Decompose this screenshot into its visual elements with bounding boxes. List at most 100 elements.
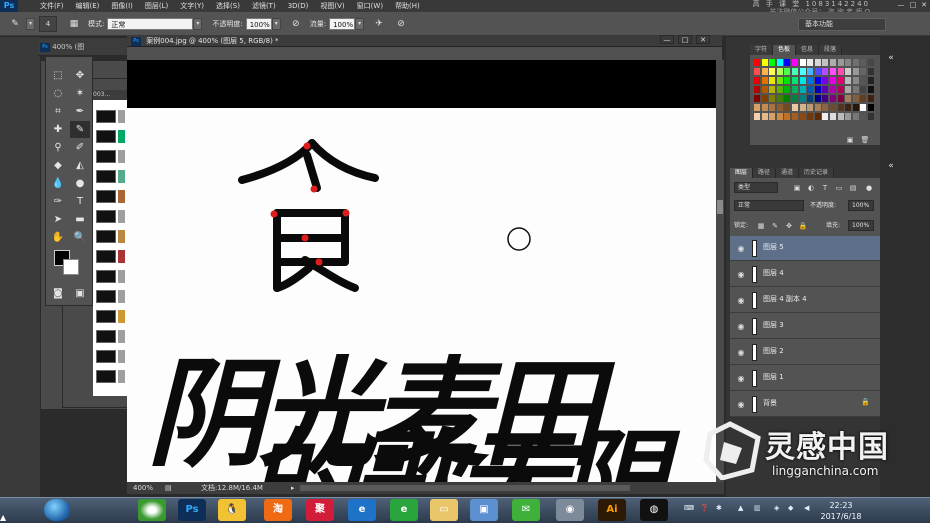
menu-select[interactable]: 选择(S)	[210, 1, 246, 11]
taskbar-obs-icon[interactable]: ◍	[640, 499, 668, 521]
color-swatch[interactable]	[784, 86, 791, 93]
layer-row[interactable]: ◉ 图层 4	[730, 262, 880, 287]
tray-network-icon[interactable]: ▥	[754, 504, 761, 512]
color-swatch[interactable]	[837, 77, 844, 84]
tool-preset-arrow-icon[interactable]: ▾	[26, 17, 35, 30]
visibility-eye-icon[interactable]: ◉	[736, 322, 746, 331]
color-swatch[interactable]	[822, 113, 829, 120]
marquee-tool-icon[interactable]: ⬚	[48, 67, 68, 84]
anchor-point[interactable]	[315, 258, 323, 266]
color-swatch[interactable]	[776, 95, 783, 102]
layer-name[interactable]: 图层 3	[763, 320, 784, 330]
color-swatch[interactable]	[845, 104, 852, 111]
color-swatch[interactable]	[860, 59, 867, 66]
color-swatch[interactable]	[792, 68, 798, 75]
visibility-eye-icon[interactable]: ◉	[736, 296, 746, 305]
eraser-tool-icon[interactable]: ◆	[48, 157, 68, 174]
brush-tool-icon[interactable]: ✎	[8, 17, 22, 31]
taskbar-folder-icon[interactable]: ▭	[430, 499, 458, 521]
airbrush-icon[interactable]: ✈	[372, 17, 386, 31]
move-tool-icon[interactable]: ✥	[70, 67, 90, 84]
color-swatch[interactable]	[868, 68, 874, 75]
color-swatch[interactable]	[814, 59, 821, 66]
flow-slider-icon[interactable]: ▾	[355, 17, 365, 30]
dodge-tool-icon[interactable]: ●	[70, 175, 90, 192]
color-swatch[interactable]	[807, 104, 814, 111]
doc-minimize-icon[interactable]: —	[660, 35, 674, 44]
doc-close-icon[interactable]: ✕	[696, 35, 710, 44]
color-swatch[interactable]	[776, 68, 783, 75]
visibility-eye-icon[interactable]: ◉	[736, 244, 746, 253]
menu-view[interactable]: 视图(V)	[314, 1, 350, 11]
color-swatch[interactable]	[845, 86, 852, 93]
crop-tool-icon[interactable]: ⌗	[48, 103, 68, 120]
status-menu-arrow-icon[interactable]: ▸	[291, 482, 295, 494]
color-swatch[interactable]	[754, 59, 760, 66]
close-icon[interactable]: ✕	[919, 1, 929, 10]
mode-dropdown-icon[interactable]: ▾	[193, 17, 203, 30]
tray-app-icon[interactable]: ◈	[774, 504, 779, 512]
tray-keyboard-icon[interactable]: ⌨	[684, 504, 694, 512]
scrollbar-thumb[interactable]	[717, 200, 723, 214]
color-swatch[interactable]	[799, 59, 806, 66]
taskbar-screen-icon[interactable]: ▣	[470, 499, 498, 521]
color-swatch[interactable]	[822, 104, 829, 111]
tab-info[interactable]: 信息	[796, 45, 820, 55]
color-swatch[interactable]	[837, 86, 844, 93]
color-swatch[interactable]	[799, 77, 806, 84]
color-swatch[interactable]	[860, 104, 867, 111]
color-swatch[interactable]	[822, 59, 829, 66]
color-swatch[interactable]	[830, 113, 836, 120]
tab-history[interactable]: 历史记录	[799, 168, 835, 178]
color-swatch[interactable]	[792, 104, 798, 111]
color-swatch[interactable]	[830, 95, 836, 102]
color-swatch[interactable]	[852, 86, 859, 93]
brush-size-picker[interactable]: 4	[39, 15, 57, 32]
color-swatch[interactable]	[852, 104, 859, 111]
brush-tool-icon[interactable]: ✎	[70, 121, 90, 138]
color-swatch[interactable]	[792, 86, 798, 93]
color-swatch[interactable]	[792, 95, 798, 102]
tab-channels[interactable]: 通道	[776, 168, 800, 178]
tray-expand-icon[interactable]: ▲	[738, 504, 743, 512]
color-swatch[interactable]	[799, 68, 806, 75]
color-swatch[interactable]	[868, 77, 874, 84]
doc-info[interactable]: 文档:12.8M/16.4M	[201, 482, 263, 494]
lock-transparency-icon[interactable]: ▦	[756, 221, 766, 231]
mode-select[interactable]: 正常	[107, 17, 194, 30]
path-select-icon[interactable]: ➤	[48, 211, 68, 228]
start-button[interactable]	[44, 499, 70, 521]
color-swatch[interactable]	[852, 113, 859, 120]
visibility-eye-icon[interactable]: ◉	[736, 270, 746, 279]
color-swatch[interactable]	[776, 104, 783, 111]
color-swatch[interactable]	[868, 95, 874, 102]
background-doc-tab[interactable]: Ps 400% (图	[38, 38, 128, 56]
layer-row[interactable]: ◉ 图层 5	[730, 236, 880, 261]
color-swatch[interactable]	[792, 77, 798, 84]
color-swatch[interactable]	[792, 113, 798, 120]
color-swatch[interactable]	[784, 59, 791, 66]
layer-name[interactable]: 图层 5	[763, 242, 784, 252]
color-swatch[interactable]	[822, 77, 829, 84]
color-swatch[interactable]	[868, 86, 874, 93]
color-swatch[interactable]	[784, 68, 791, 75]
color-swatch[interactable]	[814, 95, 821, 102]
taskbar-photoshop[interactable]: Ps	[178, 499, 206, 521]
color-swatch[interactable]	[860, 77, 867, 84]
color-swatch[interactable]	[761, 86, 768, 93]
color-swatch[interactable]	[845, 59, 852, 66]
color-swatch[interactable]	[776, 113, 783, 120]
delete-swatch-icon[interactable]: 🗑	[860, 135, 870, 145]
filter-type-icon[interactable]: T	[820, 183, 830, 193]
type-tool-icon[interactable]: T	[70, 193, 90, 210]
color-swatch[interactable]	[807, 86, 814, 93]
taskbar-taobao[interactable]: 淘	[264, 499, 292, 521]
color-swatch[interactable]	[784, 113, 791, 120]
color-swatch[interactable]	[769, 95, 776, 102]
color-swatch[interactable]	[761, 95, 768, 102]
menu-3d[interactable]: 3D(D)	[282, 2, 315, 10]
screen-mode-icon[interactable]: ▣	[70, 285, 90, 302]
layer-name[interactable]: 图层 4 副本 4	[763, 294, 807, 304]
color-swatch[interactable]	[761, 77, 768, 84]
layer-filter-select[interactable]: 类型	[734, 182, 778, 193]
